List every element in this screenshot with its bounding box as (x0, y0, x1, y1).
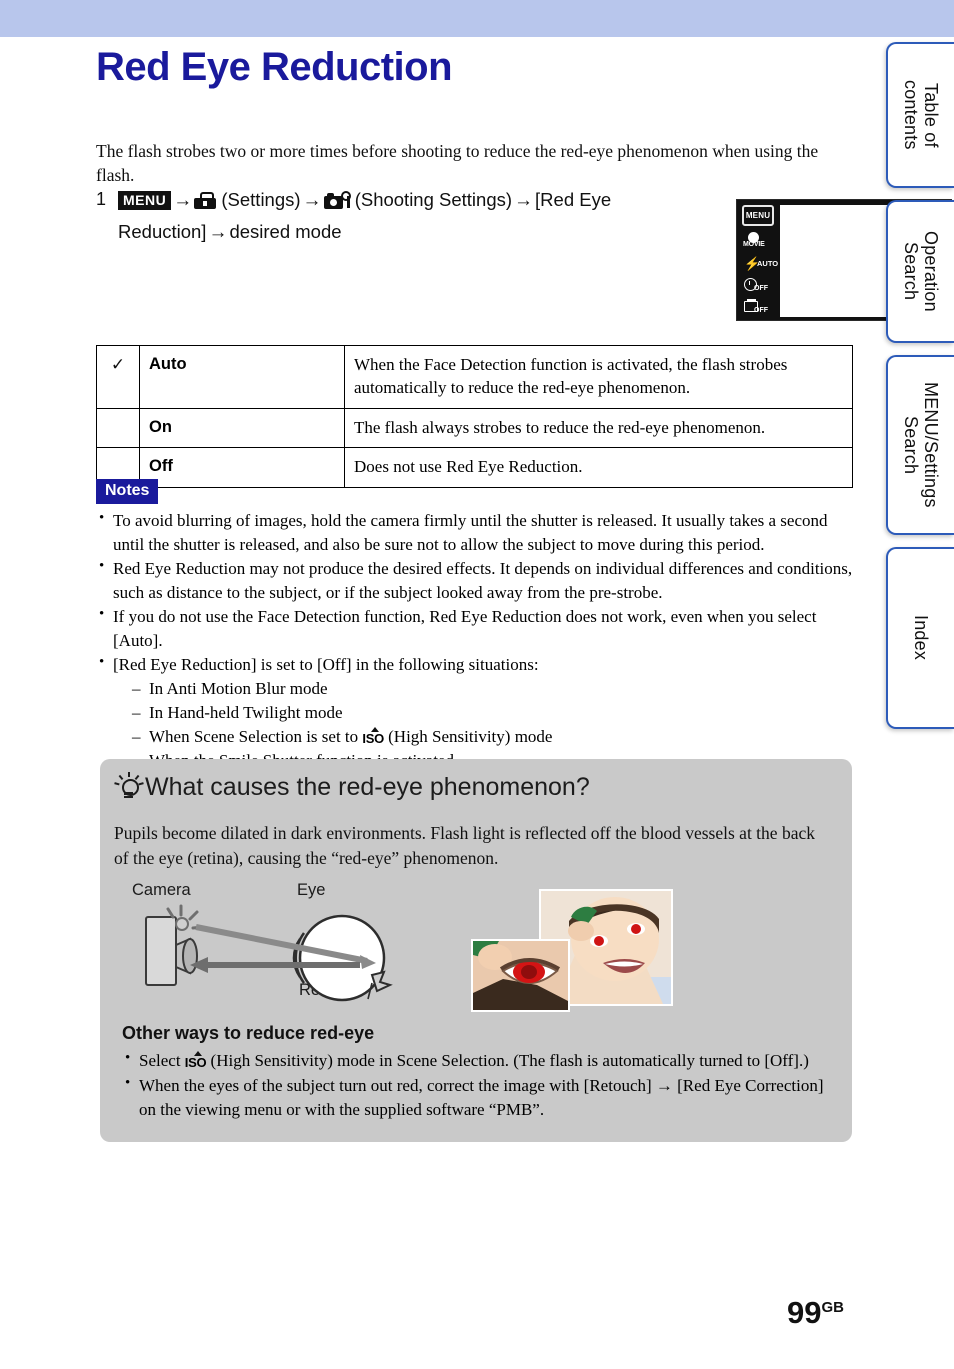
arrow-icon-4: → (208, 221, 228, 243)
check-icon: ✓ (110, 355, 126, 374)
desired-mode-label: desired mode (229, 220, 342, 242)
other-ways-heading: Other ways to reduce red-eye (122, 1023, 375, 1044)
page-body: Red Eye Reduction The flash strobes two … (0, 37, 952, 1369)
tab-menu-settings-search[interactable]: MENU/Settings Search (886, 355, 954, 535)
situation-scene-selection-text: When Scene Selection is set to (149, 726, 359, 746)
diagram-camera-label: Camera (132, 881, 191, 900)
intro-paragraph: The flash strobes two or more times befo… (96, 140, 819, 186)
lcd-flash-label: AUTO (757, 259, 779, 268)
row-desc-auto: When the Face Detection function is acti… (344, 345, 853, 409)
toolbox-icon (194, 192, 217, 209)
lcd-flash-icon[interactable]: ⚡ AUTO (742, 255, 779, 275)
row-desc-off: Does not use Red Eye Reduction. (344, 447, 853, 488)
situation-item: In Anti Motion Blur mode (132, 677, 856, 701)
note-item: Red Eye Reduction may not produce the de… (96, 556, 856, 605)
row-check-cell: ✓ (96, 345, 140, 409)
page-number: 99GB (787, 1295, 844, 1331)
red-eye-diagram: Camera Eye Retina (114, 881, 834, 1019)
arrow-icon-3: → (514, 190, 534, 211)
tip-heading: What causes the red-eye phenomenon? (114, 772, 834, 803)
other-item: When the eyes of the subject turn out re… (122, 1072, 834, 1122)
iso-high-sensitivity-icon: ISO (362, 726, 384, 746)
row-check-cell (96, 407, 140, 449)
options-table: ✓ Auto When the Face Detection function … (96, 345, 853, 488)
arrow-icon-2: → (302, 190, 322, 211)
arrow-icon-1: → (173, 190, 193, 211)
notes-list: To avoid blurring of images, hold the ca… (96, 508, 856, 773)
lcd-burst-icon[interactable]: OFF (742, 299, 776, 319)
settings-label: (Settings) (221, 189, 301, 210)
tab-label: Index (911, 615, 932, 661)
lcd-movie-label: MOVIE (743, 241, 765, 248)
tip-body-text: Pupils become dilated in dark environmen… (114, 823, 815, 869)
tab-label: Table of contents (901, 80, 942, 150)
lcd-left-icon-column: MENU MOVIE ⚡ AUTO OFF OFF (737, 200, 779, 322)
lightbulb-icon (114, 772, 144, 803)
photo-eye-graphic (473, 941, 568, 1011)
lcd-burst-label: OFF (754, 307, 768, 314)
table-row: On The flash always strobes to reduce th… (96, 407, 853, 449)
situation-item: When Scene Selection is set to ISO (High… (132, 725, 856, 749)
note-item: To avoid blurring of images, hold the ca… (96, 508, 856, 557)
situation-item: In Hand-held Twilight mode (132, 701, 856, 725)
other-item-suffix: (High Sensitivity) mode in Scene Selecti… (210, 1051, 809, 1071)
tip-heading-text: What causes the red-eye phenomenon? (145, 773, 590, 802)
lcd-timer-label: OFF (754, 285, 768, 292)
row-desc-on: The flash always strobes to reduce the r… (344, 407, 853, 449)
table-row: ✓ Auto When the Face Detection function … (96, 345, 853, 409)
tab-label: Operation Search (901, 231, 942, 312)
note-item: [Red Eye Reduction] is set to [Off] in t… (96, 652, 856, 773)
situations-lead: [Red Eye Reduction] is set to [Off] in t… (113, 654, 539, 674)
tab-table-of-contents[interactable]: Table of contents (886, 42, 954, 188)
lcd-menu-button[interactable]: MENU (742, 205, 774, 226)
tab-label: MENU/Settings Search (901, 382, 942, 508)
other-item-prefix: Select (139, 1051, 181, 1071)
page-title: Red Eye Reduction (96, 45, 453, 89)
tab-index[interactable]: Index (886, 547, 954, 729)
lcd-self-timer-icon[interactable]: OFF (742, 277, 776, 297)
camera-settings-icon (323, 191, 352, 209)
lcd-movie-icon[interactable]: MOVIE (742, 232, 776, 252)
note-item: If you do not use the Face Detection fun… (96, 604, 856, 653)
row-name-auto: Auto (139, 345, 345, 409)
step-text: MENU → (Settings) → (Shooting Settings) → [R… (118, 185, 616, 249)
other-ways-list: Select ISO (High Sensitivity) mode in Sc… (114, 1048, 834, 1122)
lcd-menu-button-label: MENU (745, 211, 771, 220)
diagram-illustration (145, 904, 393, 1002)
diagram-eye-label: Eye (297, 881, 326, 900)
row-name-off: Off (139, 447, 345, 488)
page-number-value: 99 (787, 1295, 822, 1330)
page-number-suffix: GB (821, 1299, 845, 1316)
top-banner (0, 0, 954, 37)
menu-chip[interactable]: MENU (118, 191, 172, 210)
tab-operation-search[interactable]: Operation Search (886, 200, 954, 343)
step-instruction: 1 MENU → (Settings) → (Shooting Settings) →… (96, 185, 616, 249)
notes-badge: Notes (96, 479, 159, 505)
iso-icon-text: ISO (184, 1055, 207, 1071)
iso-icon-text: ISO (362, 730, 384, 746)
iso-high-sensitivity-icon: ISO (184, 1051, 207, 1071)
table-row: Off Does not use Red Eye Reduction. (96, 447, 853, 488)
step-number: 1 (96, 189, 107, 209)
high-sensitivity-suffix: (High Sensitivity) mode (388, 726, 553, 746)
tip-box: What causes the red-eye phenomenon? Pupi… (100, 759, 852, 1142)
photo-eye-closeup (471, 939, 570, 1013)
shooting-settings-label: (Shooting Settings) (354, 189, 513, 210)
row-name-on: On (139, 407, 345, 449)
other-item: Select ISO (High Sensitivity) mode in Sc… (122, 1048, 834, 1073)
